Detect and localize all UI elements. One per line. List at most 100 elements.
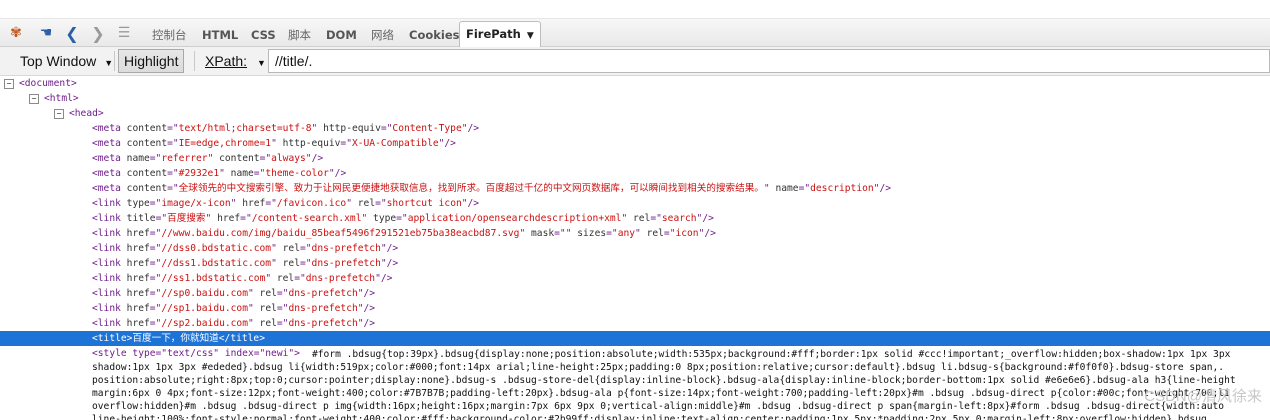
attr-value: /content-search.xml xyxy=(251,213,362,224)
collapse-toggle-icon[interactable]: − xyxy=(54,109,64,119)
back-arrow-icon[interactable]: ❮ xyxy=(62,23,82,43)
tag-open: <link xyxy=(92,213,121,224)
tab-firepath[interactable]: FirePath ▼ xyxy=(459,21,541,47)
attr-name: href xyxy=(126,273,150,284)
attr-name: mask xyxy=(531,228,555,239)
highlight-button[interactable]: Highlight xyxy=(118,49,185,73)
tree-node-link[interactable]: <link href="//ss1.bdstatic.com" rel="dns… xyxy=(92,271,392,286)
tab-html[interactable]: HTML xyxy=(202,24,238,46)
node-label: <head> xyxy=(69,108,104,119)
attr-name: type xyxy=(373,213,397,224)
tag-close: /> xyxy=(363,318,376,329)
page-top-strip xyxy=(0,0,1270,19)
tree-node-link[interactable]: <link href="//sp2.baidu.com" rel="dns-pr… xyxy=(92,316,375,331)
tag-open: <link xyxy=(92,228,121,239)
attr-value: description xyxy=(810,183,874,194)
tree-node-meta[interactable]: <meta content="#2932e1" name="theme-colo… xyxy=(92,166,346,181)
tag-close: /> xyxy=(363,288,376,299)
tree-node-link[interactable]: <link href="//sp1.baidu.com" rel="dns-pr… xyxy=(92,301,375,316)
attr-value: always xyxy=(271,153,306,164)
frame-select-dropdown[interactable]: Top Window ▼ xyxy=(20,50,113,72)
attr-name: http-equiv xyxy=(282,138,341,149)
forward-arrow-icon[interactable]: ❯ xyxy=(88,23,108,43)
tab-network[interactable]: 网络 xyxy=(371,24,394,46)
attr-value: application/opensearchdescription+xml xyxy=(407,213,622,224)
attr-value: dns-prefetch xyxy=(311,258,381,269)
tag-close: /> xyxy=(386,258,399,269)
dom-tree-panel: − <document> − <html> − <head> <meta con… xyxy=(0,76,1270,420)
tab-console[interactable]: 控制台 xyxy=(152,24,187,46)
tree-node-meta[interactable]: <meta content="全球领先的中文搜索引擎、致力于让网民更便捷地获取信… xyxy=(92,181,891,196)
xpath-label: XPath: xyxy=(205,53,248,69)
tag-open: <meta xyxy=(92,153,121,164)
tree-node-link[interactable]: <link href="//sp0.baidu.com" rel="dns-pr… xyxy=(92,286,375,301)
tag-close: /> xyxy=(704,228,716,239)
attr-value: #2932e1 xyxy=(178,168,220,179)
devtools-toolbar: ✾ ☚ ❮ ❯ ☰ 控制台 HTML CSS 脚本 DOM 网络 Cookies… xyxy=(0,19,1270,47)
attr-name: content xyxy=(219,153,260,164)
tree-node-link[interactable]: <link href="//www.baidu.com/img/baidu_85… xyxy=(92,226,716,241)
node-label: <document> xyxy=(19,78,77,89)
tree-node-meta[interactable]: <meta content="IE=edge,chrome=1" http-eq… xyxy=(92,136,456,151)
attr-name: type xyxy=(126,198,150,209)
attr-name: name xyxy=(775,183,799,194)
collapse-toggle-icon[interactable]: − xyxy=(4,79,14,89)
chevron-down-icon: ▼ xyxy=(257,58,266,68)
tree-node-title-selected[interactable]: <title>百度一下，你就知道</title> xyxy=(0,331,1270,346)
tab-cookies[interactable]: Cookies xyxy=(409,24,459,46)
collapse-toggle-icon[interactable]: − xyxy=(29,94,39,104)
firebug-bug-icon[interactable]: ✾ xyxy=(6,23,26,43)
attr-name: rel xyxy=(357,198,376,209)
attr-value: //sp2.baidu.com xyxy=(161,318,248,329)
tree-node-meta[interactable]: <meta content="text/html;charset=utf-8" … xyxy=(92,121,479,136)
attr-value: dns-prefetch xyxy=(288,288,358,299)
tree-node-link[interactable]: <link type="image/x-icon" href="/favicon… xyxy=(92,196,479,211)
css-text-line: position:absolute;right:8px;top:0;cursor… xyxy=(92,375,1236,386)
attr-value: dns-prefetch xyxy=(288,318,358,329)
tab-css[interactable]: CSS xyxy=(251,24,276,46)
tag-open: <link xyxy=(92,198,121,209)
attr-value: text/html;charset=utf-8 xyxy=(178,123,312,134)
tree-node-link[interactable]: <link title="百度搜索" href="/content-search… xyxy=(92,211,714,226)
inspect-element-icon[interactable]: ☚ xyxy=(36,23,56,43)
attr-name: rel xyxy=(646,228,664,239)
chevron-down-icon: ▼ xyxy=(104,58,114,68)
css-text-line: #form .bdsug{top:39px}.bdsug{display:non… xyxy=(312,349,1231,360)
xpath-input[interactable] xyxy=(268,49,1270,73)
tree-node-head[interactable]: <head> xyxy=(69,106,104,121)
tree-node-meta[interactable]: <meta name="referrer" content="always"/> xyxy=(92,151,323,166)
chevron-down-icon: ▼ xyxy=(526,31,534,41)
attr-name: href xyxy=(126,258,150,269)
tree-node-link[interactable]: <link href="//dss1.bdstatic.com" rel="dn… xyxy=(92,256,398,271)
attr-value: 百度搜索 xyxy=(167,213,206,224)
tab-script[interactable]: 脚本 xyxy=(288,24,311,46)
attr-name: rel xyxy=(259,303,277,314)
tree-node-link[interactable]: <link href="//dss0.bdstatic.com" rel="dn… xyxy=(92,241,398,256)
attr-value: theme-color xyxy=(265,168,329,179)
tag-close: /> xyxy=(879,183,892,194)
css-text-line: line-height:100%;font-style:normal;font-… xyxy=(92,414,1207,420)
tab-firepath-label: FirePath xyxy=(466,27,521,41)
command-line-icon[interactable]: ☰ xyxy=(114,23,134,43)
tag-close: /> xyxy=(702,213,714,224)
css-text-line: overflow:hidden}#m .bdsug .bdsug-direct … xyxy=(92,401,1225,412)
tag-close: /> xyxy=(334,168,347,179)
attr-name: content xyxy=(126,183,168,194)
attr-name: href xyxy=(126,288,150,299)
attr-value: icon xyxy=(675,228,699,239)
css-text-line: margin:6px 0 4px;font-size:12px;font-wei… xyxy=(92,388,1230,399)
tree-node-document[interactable]: <document> xyxy=(19,76,77,91)
attr-name: rel xyxy=(282,258,300,269)
xpath-type-dropdown[interactable]: XPath: ▼ xyxy=(205,50,266,72)
attr-name: content xyxy=(126,123,168,134)
attr-value: //sp1.baidu.com xyxy=(161,303,248,314)
attr-value: shortcut icon xyxy=(386,198,462,209)
attr-name: sizes xyxy=(577,228,607,239)
css-text-line: shadow:1px 1px 3px #ededed}.bdsug li{wid… xyxy=(92,362,1225,373)
tab-dom[interactable]: DOM xyxy=(326,24,357,46)
attr-name: content xyxy=(126,168,168,179)
tree-node-style[interactable]: <style type="text/css" index="newi"> xyxy=(92,346,300,361)
attr-value: any xyxy=(617,228,636,239)
attr-name: href xyxy=(217,213,241,224)
tree-node-html[interactable]: <html> xyxy=(44,91,79,106)
